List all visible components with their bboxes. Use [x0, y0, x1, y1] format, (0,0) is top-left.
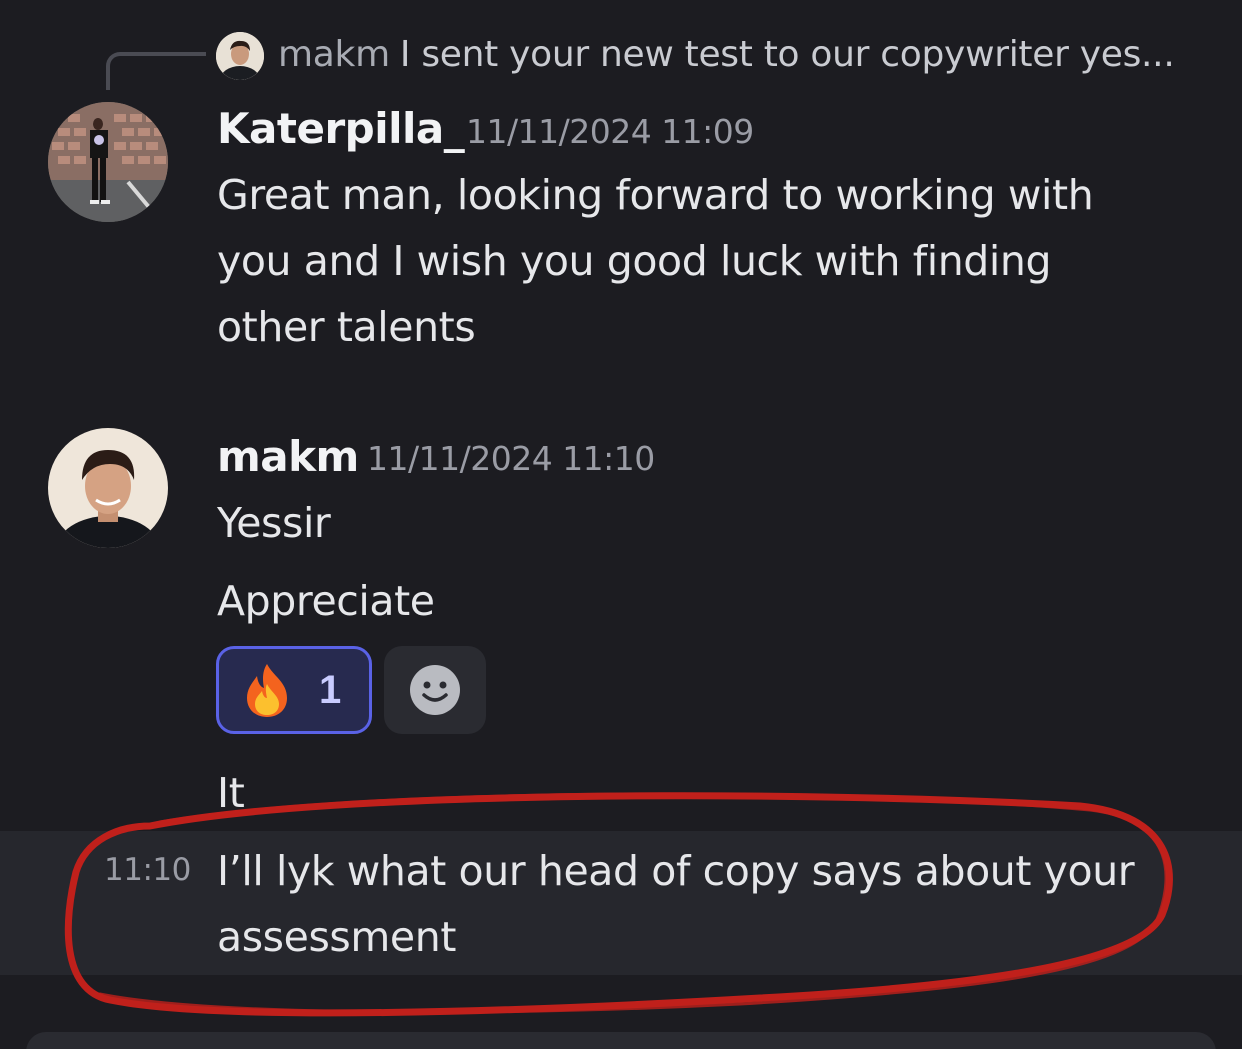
message-line: other talents: [217, 303, 476, 351]
message-author[interactable]: Katerpilla_: [217, 104, 465, 153]
message-hover-time: 11:10: [104, 852, 191, 888]
message-line: you and I wish you good luck with findin…: [217, 237, 1052, 285]
message-line: Yessir: [217, 499, 331, 547]
message-timestamp: 11/11/2024 11:09: [466, 112, 754, 151]
reply-preview[interactable]: makm I sent your new test to our copywrit…: [278, 34, 1218, 75]
add-reaction-button[interactable]: [384, 646, 486, 734]
message-content: Great man, looking forward to working wi…: [217, 162, 1094, 360]
reply-preview-text: I sent your new test to our copywriter y…: [399, 34, 1175, 75]
reply-author[interactable]: makm: [278, 34, 390, 75]
message-author[interactable]: makm: [217, 432, 359, 481]
message-timestamp: 11/11/2024 11:10: [367, 439, 655, 478]
message-line: It: [217, 769, 245, 817]
message-line: I’ll lyk what our head of copy says abou…: [217, 847, 1135, 895]
reply-connector: [106, 52, 206, 90]
reaction-count: 1: [319, 667, 342, 712]
chat-view: makm I sent your new test to our copywrit…: [0, 0, 1242, 1049]
smiley-icon: [410, 665, 460, 715]
message-line: Great man, looking forward to working wi…: [217, 171, 1094, 219]
message-composer[interactable]: [26, 1032, 1216, 1049]
reply-avatar[interactable]: [216, 32, 264, 80]
reaction-fire[interactable]: 1: [216, 646, 372, 734]
avatar-makm[interactable]: [48, 428, 168, 548]
message-line: assessment: [217, 913, 457, 961]
fire-icon: [247, 664, 287, 717]
message-line: Appreciate: [217, 577, 435, 625]
message-content: I’ll lyk what our head of copy says abou…: [217, 838, 1135, 970]
avatar-katerpilla[interactable]: [48, 102, 168, 222]
